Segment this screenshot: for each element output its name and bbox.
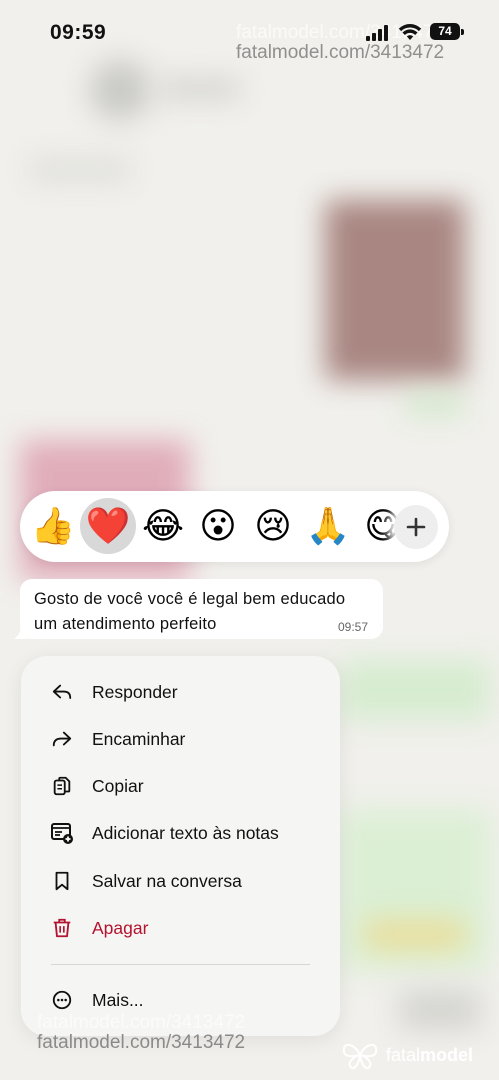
menu-add-to-notes-label: Adicionar texto às notas (92, 822, 279, 843)
reaction-surprised[interactable]: 😮 (190, 498, 246, 554)
more-dots-icon (49, 987, 75, 1013)
menu-reply-label: Responder (92, 681, 178, 702)
reaction-heart[interactable]: ❤️ (80, 498, 136, 554)
wifi-icon (398, 22, 422, 42)
battery-icon: 74 (430, 23, 460, 40)
menu-add-to-notes[interactable]: Adicionar texto às notas (49, 818, 279, 848)
copy-icon (49, 773, 75, 799)
forward-arrow-icon (49, 726, 75, 752)
menu-delete-label: Apagar (92, 917, 149, 938)
add-note-icon (49, 820, 75, 846)
status-bar: fatalmodel.com/3413472 09:59 74 fatalmod… (0, 0, 499, 64)
trash-icon (49, 915, 75, 941)
reaction-folded-hands[interactable]: 🙏 (300, 498, 356, 554)
brand-bold-text: model (420, 1044, 474, 1065)
bookmark-icon (49, 868, 75, 894)
menu-save-label: Salvar na conversa (92, 870, 242, 891)
menu-divider (51, 964, 310, 965)
status-time: 09:59 (50, 21, 107, 44)
reaction-tears-of-joy[interactable]: 😂 (135, 498, 191, 554)
watermark-ghost-text: fatalmodel.com/3413472 (37, 1012, 246, 1033)
menu-forward-label: Encaminhar (92, 728, 186, 749)
menu-more[interactable]: Mais... (49, 985, 144, 1015)
menu-forward[interactable]: Encaminhar (49, 724, 185, 754)
message-time: 09:57 (338, 620, 369, 634)
menu-copy-label: Copiar (92, 775, 144, 796)
watermark-text: fatalmodel.com/3413472 (37, 1032, 246, 1053)
reaction-picker: 👍 ❤️ 😂 😮 😢 🙏 😋 (20, 491, 449, 562)
message-context-menu: Responder Encaminhar Copiar Adicionar te… (21, 656, 340, 1036)
menu-save[interactable]: Salvar na conversa (49, 866, 242, 896)
more-reactions-button[interactable] (394, 505, 438, 549)
battery-cap (461, 29, 464, 35)
reaction-thumbs-up[interactable]: 👍 (25, 498, 81, 554)
menu-copy[interactable]: Copiar (49, 771, 144, 801)
plus-icon (406, 517, 426, 537)
menu-more-label: Mais... (92, 989, 144, 1010)
watermark-brand: fatalmodel (340, 1040, 473, 1070)
message-bubble[interactable]: Gosto de você você é legal bem educado u… (20, 579, 383, 639)
menu-reply[interactable]: Responder (49, 677, 178, 707)
butterfly-logo-icon (342, 1043, 378, 1070)
message-text: Gosto de você você é legal bem educado u… (34, 590, 346, 633)
reply-arrow-icon (49, 679, 75, 705)
brand-light-text: fatal (386, 1044, 421, 1065)
menu-delete[interactable]: Apagar (49, 913, 148, 943)
cellular-signal-icon (366, 25, 392, 41)
reaction-crying[interactable]: 😢 (245, 498, 301, 554)
watermark-text: fatalmodel.com/3413472 (236, 42, 445, 63)
